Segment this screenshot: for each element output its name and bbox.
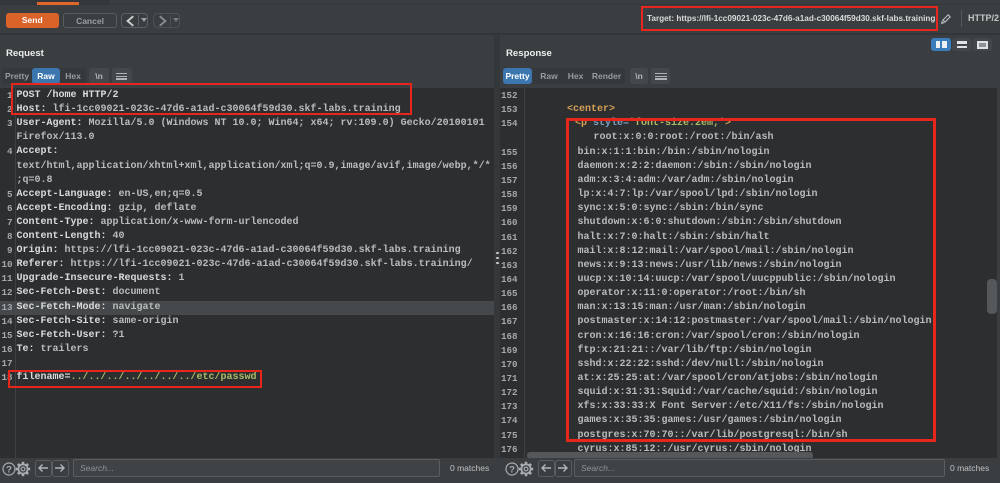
svg-text:?: ? xyxy=(6,464,12,475)
svg-text:?: ? xyxy=(509,464,515,475)
